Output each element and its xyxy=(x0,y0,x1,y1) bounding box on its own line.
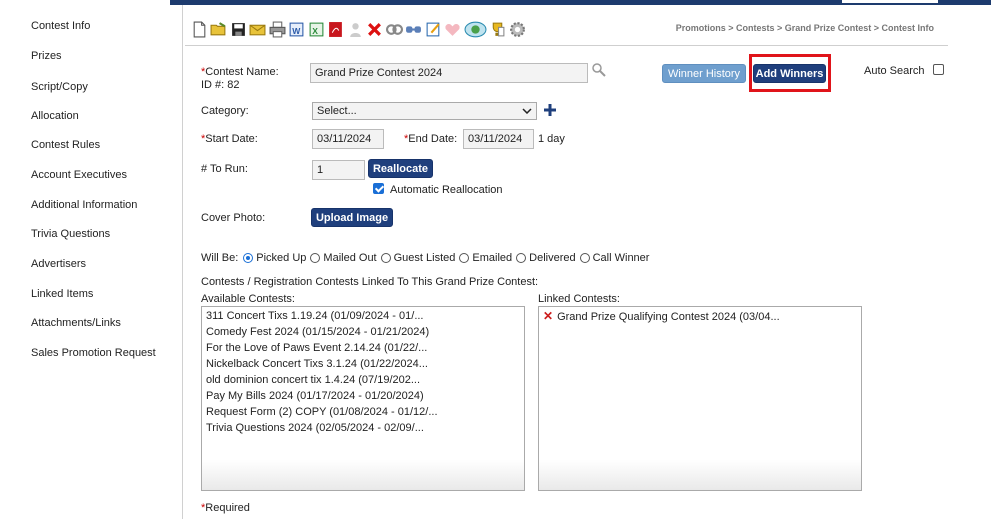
sidebar: Contest Info Prizes Script/Copy Allocati… xyxy=(0,5,183,519)
radio-call-winner[interactable] xyxy=(579,253,590,263)
radio-mailed-out[interactable] xyxy=(310,253,321,263)
toolbar-divider xyxy=(185,45,948,46)
auto-search-checkbox[interactable] xyxy=(933,64,944,75)
export-excel-icon[interactable]: X xyxy=(307,20,325,38)
start-date-input[interactable] xyxy=(312,129,384,149)
automatic-reallocation-label: Automatic Reallocation xyxy=(390,184,503,196)
option-mailed-out[interactable]: Mailed Out xyxy=(310,252,377,264)
new-document-icon[interactable] xyxy=(190,20,208,38)
export-word-icon[interactable]: W xyxy=(288,20,306,38)
search-icon[interactable] xyxy=(592,63,606,80)
sidebar-item-sales-promotion-request[interactable]: Sales Promotion Request xyxy=(31,347,156,359)
contest-name-input[interactable] xyxy=(310,63,588,83)
will-be-group: Will Be: Picked Up Mailed Out Guest List… xyxy=(201,252,653,264)
to-run-label: # To Run: xyxy=(201,163,248,175)
linked-contests-header: Contests / Registration Contests Linked … xyxy=(201,276,539,288)
list-item[interactable]: Pay My Bills 2024 (01/17/2024 - 01/20/20… xyxy=(202,388,524,404)
option-picked-up[interactable]: Picked Up xyxy=(243,252,306,264)
upload-image-button[interactable]: Upload Image xyxy=(311,208,393,227)
notes-icon[interactable] xyxy=(424,20,442,38)
radio-picked-up[interactable] xyxy=(243,253,254,263)
category-value: Select... xyxy=(317,105,357,117)
auto-search-label: Auto Search xyxy=(864,65,925,77)
sidebar-item-account-executives[interactable]: Account Executives xyxy=(31,169,127,181)
list-fade xyxy=(202,460,524,490)
sidebar-item-contest-rules[interactable]: Contest Rules xyxy=(31,139,100,151)
option-emailed[interactable]: Emailed xyxy=(459,252,512,264)
list-item[interactable]: 311 Concert Tixs 1.19.24 (01/09/2024 - 0… xyxy=(202,308,524,324)
end-date-input[interactable] xyxy=(463,129,534,149)
linked-contests-list[interactable]: ✕ Grand Prize Qualifying Contest 2024 (03… xyxy=(538,306,862,491)
remove-icon[interactable]: ✕ xyxy=(543,309,553,323)
save-icon[interactable] xyxy=(229,20,247,38)
sidebar-item-additional-information[interactable]: Additional Information xyxy=(31,199,137,211)
add-winners-button[interactable]: Add Winners xyxy=(753,64,826,83)
open-folder-icon[interactable] xyxy=(210,20,228,38)
category-label: Category: xyxy=(201,105,249,117)
radio-guest-listed[interactable] xyxy=(380,253,391,263)
list-item[interactable]: Nickelback Concert Tixs 3.1.24 (01/22/20… xyxy=(202,356,524,372)
heart-icon[interactable] xyxy=(444,20,462,38)
add-category-icon[interactable] xyxy=(543,103,557,120)
copy-icon[interactable] xyxy=(385,20,403,38)
list-fade xyxy=(539,460,861,490)
svg-text:W: W xyxy=(292,25,301,35)
start-date-label: *Start Date: xyxy=(201,133,258,145)
to-run-input[interactable] xyxy=(312,160,365,180)
list-item[interactable]: old dominion concert tix 1.4.24 (07/19/2… xyxy=(202,372,524,388)
cover-photo-label: Cover Photo: xyxy=(201,212,266,224)
required-note: *Required xyxy=(201,502,250,514)
contest-id: ID #: 82 xyxy=(201,79,240,91)
option-delivered[interactable]: Delivered xyxy=(516,252,576,264)
breadcrumb: Promotions > Contests > Grand Prize Cont… xyxy=(675,23,934,33)
available-contests-list[interactable]: 311 Concert Tixs 1.19.24 (01/09/2024 - 0… xyxy=(201,306,525,491)
category-select[interactable]: Select... xyxy=(312,102,537,120)
option-guest-listed[interactable]: Guest Listed xyxy=(380,252,455,264)
chevron-down-icon xyxy=(522,105,532,117)
sidebar-item-linked-items[interactable]: Linked Items xyxy=(31,288,93,300)
link-icon[interactable] xyxy=(405,20,423,38)
toolbar: W X xyxy=(190,18,528,40)
list-item[interactable]: For the Love of Paws Event 2.14.24 (01/2… xyxy=(202,340,524,356)
sidebar-item-contest-info[interactable]: Contest Info xyxy=(31,20,90,32)
header-tab xyxy=(842,0,938,3)
available-contests-label: Available Contests: xyxy=(201,293,295,305)
list-item[interactable]: Request Form (2) COPY (01/08/2024 - 01/1… xyxy=(202,404,524,420)
sidebar-item-prizes[interactable]: Prizes xyxy=(31,50,62,62)
list-item[interactable]: ✕ Grand Prize Qualifying Contest 2024 (03… xyxy=(539,308,861,324)
sidebar-item-allocation[interactable]: Allocation xyxy=(31,110,79,122)
export-pdf-icon[interactable] xyxy=(327,20,345,38)
will-be-label: Will Be: xyxy=(201,252,239,264)
automatic-reallocation-checkbox[interactable] xyxy=(373,183,384,194)
contest-name-label: *Contest Name: xyxy=(201,66,279,78)
sidebar-item-trivia-questions[interactable]: Trivia Questions xyxy=(31,228,110,240)
end-date-label: *End Date: xyxy=(404,133,458,145)
sidebar-item-attachments-links[interactable]: Attachments/Links xyxy=(31,317,121,329)
user-icon[interactable] xyxy=(346,20,364,38)
email-icon[interactable] xyxy=(249,20,267,38)
list-item[interactable]: Trivia Questions 2024 (02/05/2024 - 02/0… xyxy=(202,420,524,436)
print-icon[interactable] xyxy=(268,20,286,38)
settings-icon[interactable] xyxy=(508,20,526,38)
radio-delivered[interactable] xyxy=(516,253,527,263)
list-item[interactable]: Comedy Fest 2024 (01/15/2024 - 01/21/202… xyxy=(202,324,524,340)
sidebar-item-advertisers[interactable]: Advertisers xyxy=(31,258,86,270)
trophy-icon[interactable] xyxy=(489,20,507,38)
winner-history-button[interactable]: Winner History xyxy=(662,64,746,83)
delete-icon[interactable] xyxy=(366,20,384,38)
option-call-winner[interactable]: Call Winner xyxy=(579,252,649,264)
duration-text: 1 day xyxy=(538,133,565,145)
svg-text:X: X xyxy=(312,25,318,35)
sidebar-item-script-copy[interactable]: Script/Copy xyxy=(31,81,88,93)
reallocate-button[interactable]: Reallocate xyxy=(368,159,433,178)
radio-emailed[interactable] xyxy=(459,253,470,263)
refresh-icon[interactable] xyxy=(463,20,487,38)
linked-contests-label: Linked Contests: xyxy=(538,293,620,305)
